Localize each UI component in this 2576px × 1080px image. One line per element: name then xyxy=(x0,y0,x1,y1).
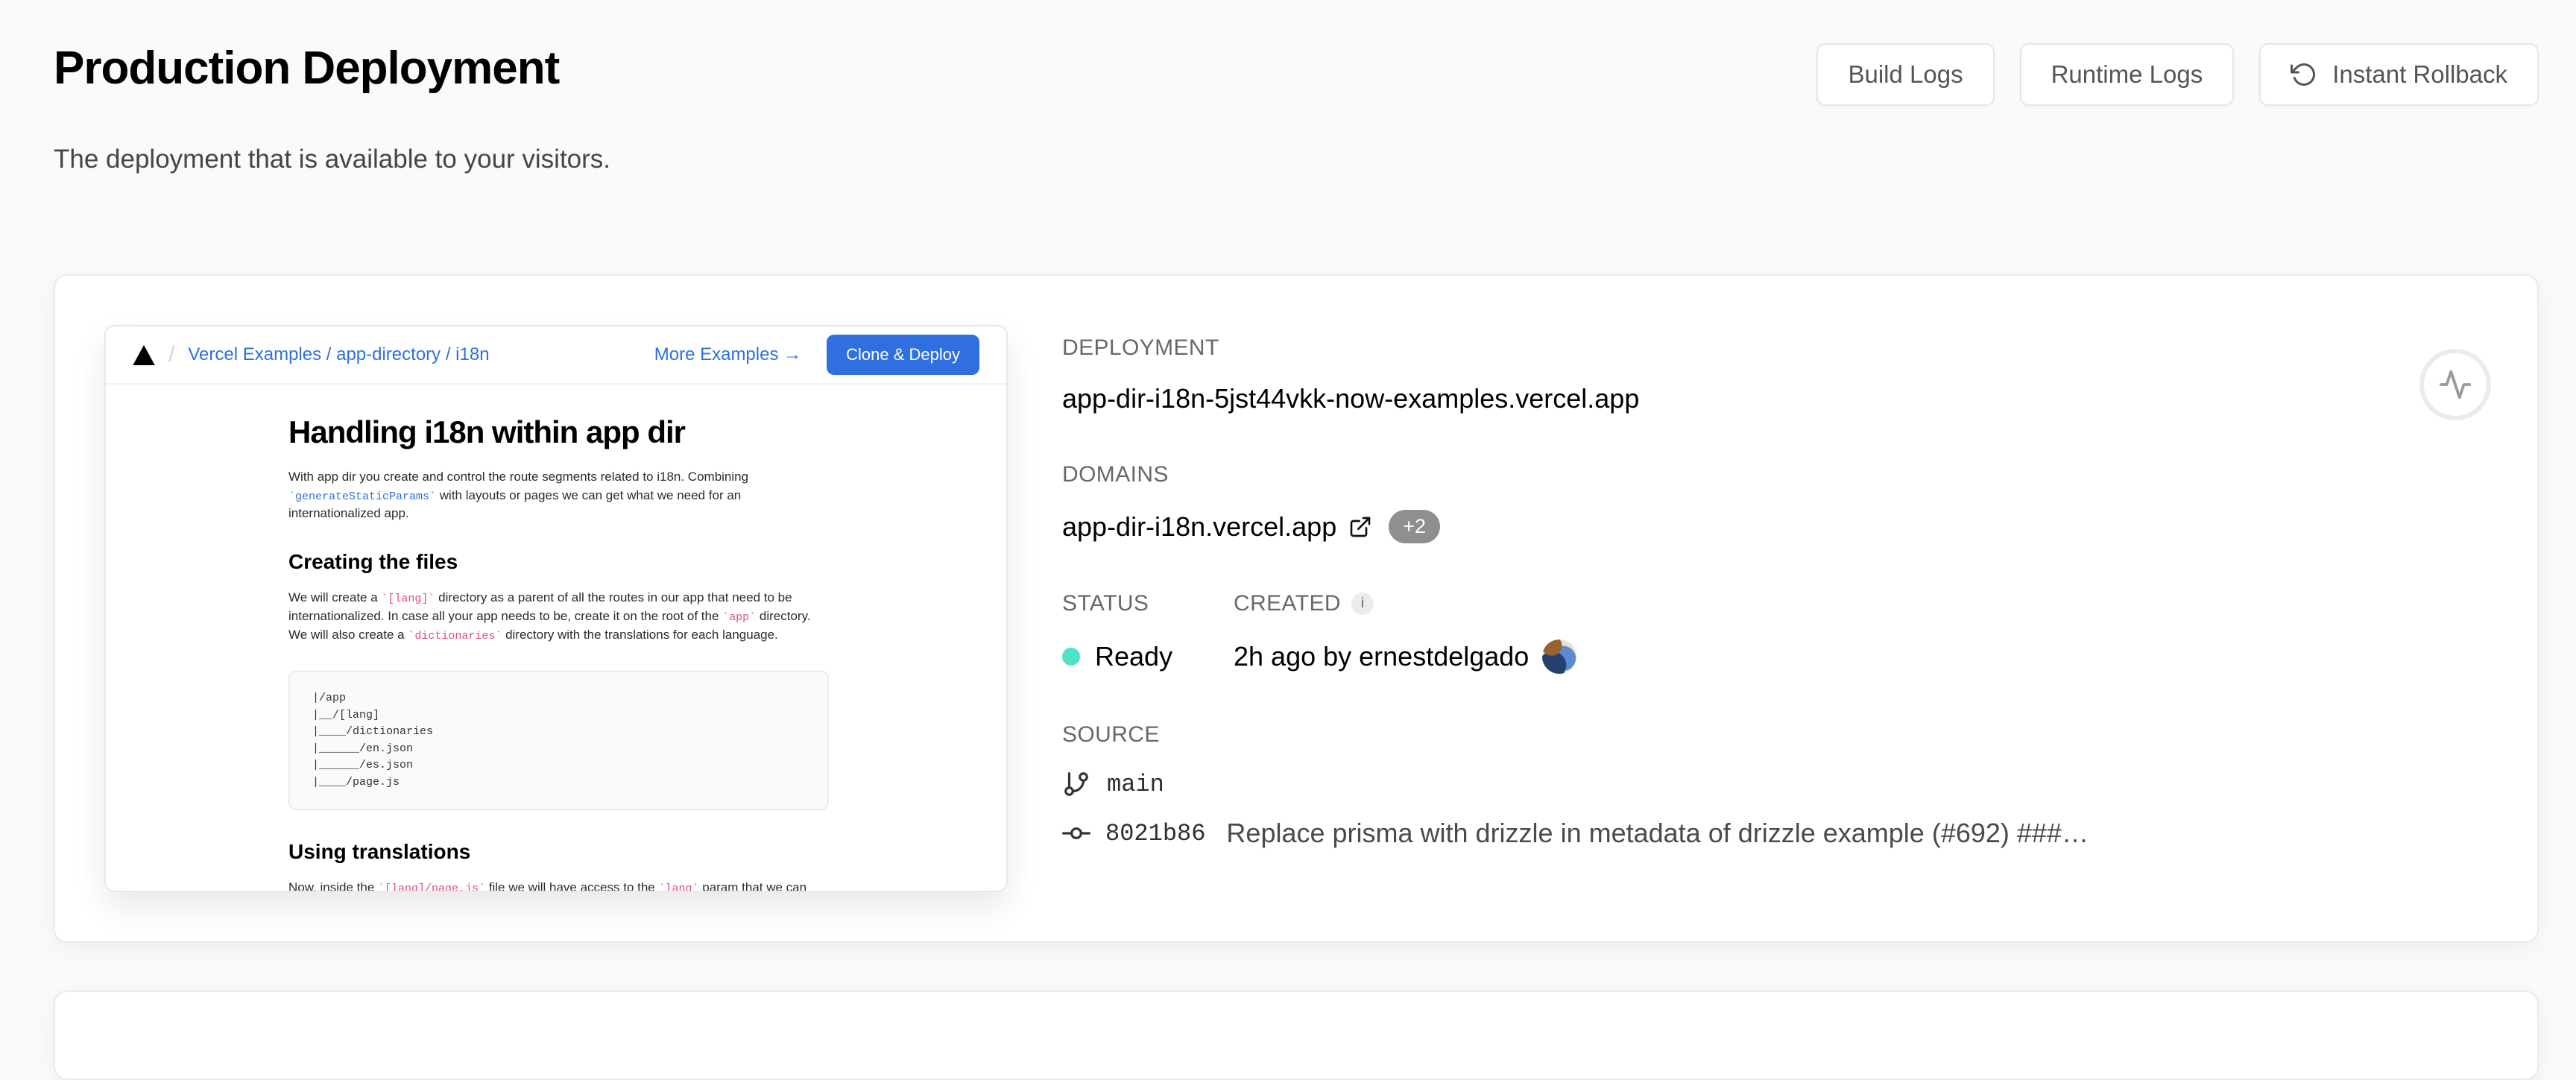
preview-paragraph-files: We will create a `[lang]` directory as a… xyxy=(288,589,815,644)
runtime-logs-button[interactable]: Runtime Logs xyxy=(2020,43,2235,106)
next-section-card xyxy=(54,991,2539,1080)
status-created-section: STATUS Ready CREATED i 2h ago by ernestd… xyxy=(1062,591,2488,675)
instant-rollback-label: Instant Rollback xyxy=(2332,60,2507,89)
created-column: CREATED i 2h ago by ernestdelgado xyxy=(1234,591,1576,675)
creator-avatar xyxy=(1542,640,1576,674)
commit-row: 8021b86 Replace prisma with drizzle in m… xyxy=(1062,818,2488,849)
source-section: SOURCE main 8021b86 Replace prisma with … xyxy=(1062,722,2488,849)
deployment-section: DEPLOYMENT app-dir-i18n-5jst44vkk-now-ex… xyxy=(1062,335,2488,414)
preview-site-header: / Vercel Examples / app-directory / i18n… xyxy=(106,326,1006,385)
external-link-icon[interactable] xyxy=(1336,515,1372,539)
production-deployment-page: Production Deployment Build Logs Runtime… xyxy=(0,0,2576,1080)
breadcrumb-slash: / xyxy=(168,342,174,367)
commit-message: Replace prisma with drizzle in metadata … xyxy=(1226,818,2089,849)
build-logs-label: Build Logs xyxy=(1848,60,1963,89)
deployment-url: app-dir-i18n-5jst44vkk-now-examples.verc… xyxy=(1062,383,2488,414)
created-label: CREATED xyxy=(1234,591,1341,616)
status-value: Ready xyxy=(1095,641,1172,672)
page-subtitle: The deployment that is available to your… xyxy=(54,145,2539,174)
clone-deploy-button: Clone & Deploy xyxy=(827,335,979,375)
more-examples-link: More Examples → xyxy=(654,344,801,365)
rotate-ccw-icon xyxy=(2291,61,2317,88)
preview-paragraph-intro: With app dir you create and control the … xyxy=(288,468,815,523)
info-icon[interactable]: i xyxy=(1351,593,1374,615)
domains-more-badge[interactable]: +2 xyxy=(1389,510,1440,543)
production-deployment-card: / Vercel Examples / app-directory / i18n… xyxy=(54,274,2539,943)
branch-link[interactable]: main xyxy=(1107,771,1164,798)
commit-hash-link[interactable]: 8021b86 xyxy=(1105,820,1205,847)
preview-file-tree-codeblock: |/app|__/[lang]|____/dictionaries|______… xyxy=(288,671,829,810)
preview-article-title: Handling i18n within app dir xyxy=(288,414,1006,450)
branch-row: main xyxy=(1062,770,2488,798)
inline-code-lang-param: `lang` xyxy=(659,882,699,892)
deployment-preview-link[interactable]: / Vercel Examples / app-directory / i18n… xyxy=(104,325,1008,892)
source-label: SOURCE xyxy=(1062,722,1160,748)
git-branch-icon xyxy=(1062,770,1090,798)
deployment-label: DEPLOYMENT xyxy=(1062,335,1219,361)
domains-section: DOMAINS app-dir-i18n.vercel.app +2 xyxy=(1062,462,2488,543)
runtime-logs-label: Runtime Logs xyxy=(2051,60,2203,89)
deployment-meta: DEPLOYMENT app-dir-i18n-5jst44vkk-now-ex… xyxy=(1062,325,2488,892)
inline-code-lang-page-js: `[lang]/page.js` xyxy=(378,882,485,892)
preview-heading-creating-files: Creating the files xyxy=(288,550,1006,574)
preview-paragraph-translations: Now, inside the `[lang]/page.js` file we… xyxy=(288,879,815,892)
inline-code-dictionaries: `dictionaries` xyxy=(408,630,502,642)
instant-rollback-button[interactable]: Instant Rollback xyxy=(2259,43,2539,106)
inline-code-app: `app` xyxy=(722,611,756,624)
activity-indicator xyxy=(2419,349,2491,420)
status-ready-dot xyxy=(1062,648,1080,666)
activity-pulse-icon xyxy=(2438,367,2472,402)
page-title: Production Deployment xyxy=(54,42,559,95)
preview-breadcrumb: Vercel Examples / app-directory / i18n xyxy=(188,344,489,365)
created-value: 2h ago by ernestdelgado xyxy=(1234,641,1529,672)
domains-label: DOMAINS xyxy=(1062,462,1169,487)
status-label: STATUS xyxy=(1062,591,1149,616)
git-commit-icon xyxy=(1062,819,1090,847)
deployment-toolbar: Build Logs Runtime Logs Instant Rollback xyxy=(1816,43,2539,106)
preview-article: Handling i18n within app dir With app di… xyxy=(106,385,1006,892)
inline-code-generatestaticparams: `generateStaticParams` xyxy=(288,490,436,503)
domain-link[interactable]: app-dir-i18n.vercel.app xyxy=(1062,511,1336,543)
vercel-logo-icon xyxy=(133,345,155,365)
page-header: Production Deployment Build Logs Runtime… xyxy=(54,0,2539,106)
build-logs-button[interactable]: Build Logs xyxy=(1816,43,1994,106)
preview-heading-using-translations: Using translations xyxy=(288,840,1006,864)
inline-code-lang: `[lang]` xyxy=(381,593,435,605)
status-column: STATUS Ready xyxy=(1062,591,1234,675)
